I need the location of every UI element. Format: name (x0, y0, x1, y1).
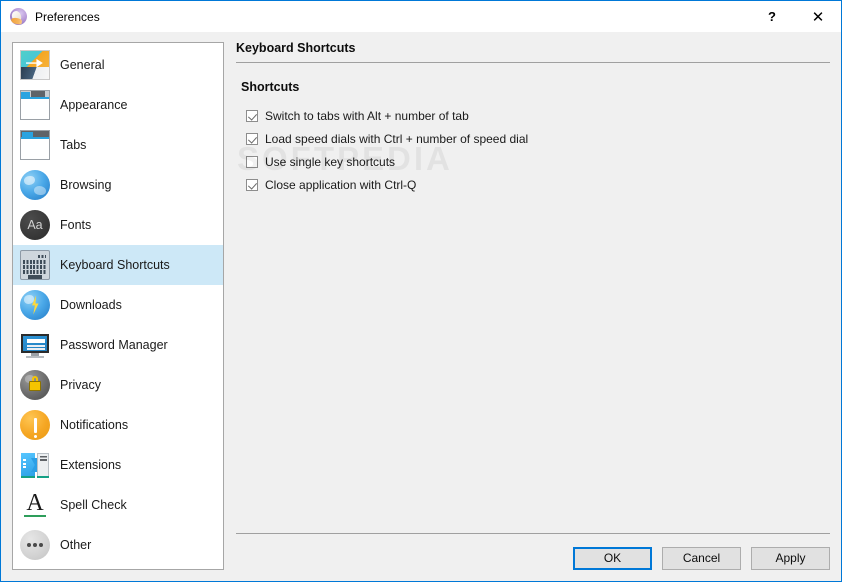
sidebar-item-label: Fonts (60, 218, 92, 232)
page-title: Keyboard Shortcuts (236, 41, 356, 55)
sidebar-item-label: Extensions (60, 458, 122, 472)
sidebar-item-label: Privacy (60, 378, 101, 392)
title-bar-buttons: ? ✕ (749, 1, 841, 32)
window-tabs-icon (20, 130, 50, 160)
sidebar-item-label: Keyboard Shortcuts (60, 258, 170, 272)
sidebar-item-spell-check[interactable]: A Spell Check (13, 485, 223, 525)
sidebar-item-label: Notifications (60, 418, 129, 432)
sidebar-item-general[interactable]: General (13, 45, 223, 85)
keyboard-icon (20, 250, 50, 280)
fonts-aa-icon: Aa (20, 210, 50, 240)
sidebar-item-privacy[interactable]: Privacy (13, 365, 223, 405)
title-bar-left: Preferences (1, 8, 100, 25)
checkbox-label: Use single key shortcuts (265, 154, 396, 169)
shortcuts-checkbox-list: Switch to tabs with Alt + number of tab … (231, 104, 830, 196)
sidebar-item-label: Browsing (60, 178, 112, 192)
sidebar-item-label: Other (60, 538, 92, 552)
sidebar-item-appearance[interactable]: Appearance (13, 85, 223, 125)
sidebar-item-label: Appearance (60, 98, 128, 112)
sidebar-item-password-manager[interactable]: Password Manager (13, 325, 223, 365)
help-icon[interactable]: ? (749, 1, 795, 32)
ok-button[interactable]: OK (573, 547, 652, 570)
exclamation-circle-icon (20, 410, 50, 440)
checkbox-switch-tabs[interactable] (246, 109, 258, 122)
sidebar-item-label: General (60, 58, 105, 72)
sidebar-item-other[interactable]: Other (13, 525, 223, 565)
apply-button[interactable]: Apply (751, 547, 830, 570)
sidebar-item-notifications[interactable]: Notifications (13, 405, 223, 445)
title-bar: Preferences ? ✕ (1, 1, 841, 32)
checkbox-row-single-key-shortcuts[interactable]: Use single key shortcuts (246, 150, 830, 173)
sidebar-item-extensions[interactable]: Extensions (13, 445, 223, 485)
checkbox-row-switch-tabs[interactable]: Switch to tabs with Alt + number of tab (246, 104, 830, 127)
sidebar-item-label: Tabs (60, 138, 87, 152)
monitor-password-icon (20, 330, 50, 360)
preferences-window: Preferences ? ✕ General Appearance Tabs … (0, 0, 842, 582)
globe-download-icon (20, 290, 50, 320)
sidebar-item-label: Spell Check (60, 498, 127, 512)
dialog-button-row: OK Cancel Apply (231, 534, 830, 570)
window-appearance-icon (20, 90, 50, 120)
sidebar-item-fonts[interactable]: Aa Fonts (13, 205, 223, 245)
sidebar-item-label: Downloads (60, 298, 122, 312)
sidebar-item-tabs[interactable]: Tabs (13, 125, 223, 165)
checkbox-single-key-shortcuts[interactable] (246, 155, 258, 168)
checkbox-row-close-application[interactable]: Close application with Ctrl-Q (246, 173, 830, 196)
checkbox-label: Load speed dials with Ctrl + number of s… (265, 131, 529, 146)
cancel-button[interactable]: Cancel (662, 547, 741, 570)
ellipsis-circle-icon (20, 530, 50, 560)
checkbox-label: Close application with Ctrl-Q (265, 177, 417, 192)
dialog-body: General Appearance Tabs Browsing Aa Font… (1, 32, 841, 581)
sidebar-item-downloads[interactable]: Downloads (13, 285, 223, 325)
close-icon[interactable]: ✕ (795, 1, 841, 32)
shortcuts-group-title: Shortcuts (241, 80, 300, 94)
letter-a-underline-icon: A (20, 490, 50, 520)
globe-browsing-icon (20, 170, 50, 200)
checkbox-close-application[interactable] (246, 178, 258, 191)
window-title: Preferences (35, 9, 100, 24)
sidebar-item-browsing[interactable]: Browsing (13, 165, 223, 205)
checkbox-load-speed-dials[interactable] (246, 132, 258, 145)
preferences-category-list[interactable]: General Appearance Tabs Browsing Aa Font… (12, 42, 224, 570)
title-divider (236, 62, 830, 63)
otter-browser-logo-icon (10, 8, 27, 25)
picture-general-icon (20, 50, 50, 80)
sidebar-item-label: Password Manager (60, 338, 168, 352)
sidebar-item-keyboard-shortcuts[interactable]: Keyboard Shortcuts (13, 245, 223, 285)
checkbox-label: Switch to tabs with Alt + number of tab (265, 108, 469, 123)
checkbox-row-load-speed-dials[interactable]: Load speed dials with Ctrl + number of s… (246, 127, 830, 150)
preferences-content-panel: Keyboard Shortcuts Shortcuts Switch to t… (224, 32, 841, 581)
globe-lock-privacy-icon (20, 370, 50, 400)
puzzle-extensions-icon (20, 450, 50, 480)
